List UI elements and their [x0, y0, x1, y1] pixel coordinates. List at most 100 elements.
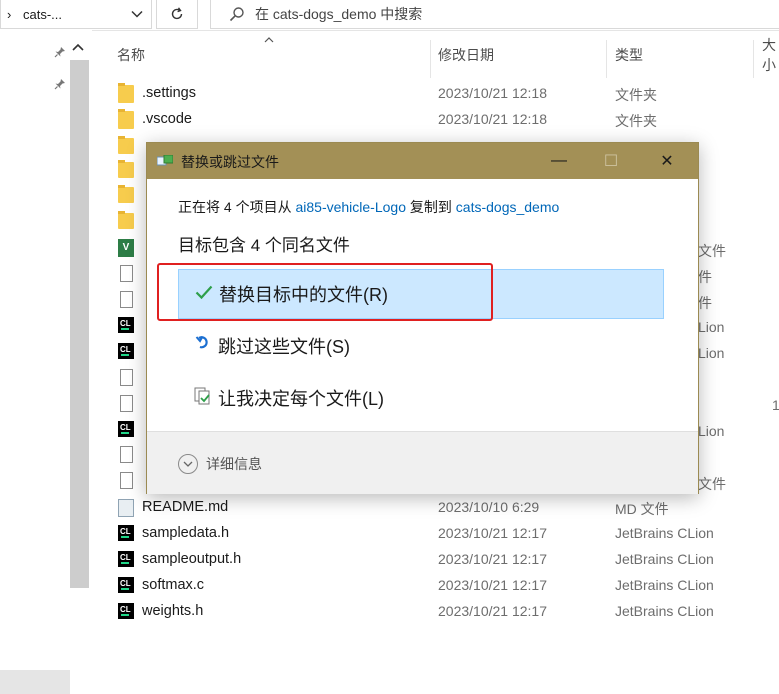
- clion-file-icon: CL: [118, 525, 134, 541]
- clion-file-icon: CL: [118, 577, 134, 593]
- pin-icon[interactable]: [54, 46, 66, 61]
- clion-file-icon: CL: [118, 551, 134, 567]
- file-type-partial: 文件: [698, 476, 726, 492]
- file-type-partial: Lion: [698, 345, 725, 361]
- refresh-button[interactable]: [156, 0, 198, 29]
- dialog-title-bar[interactable]: 替换或跳过文件 — ☐ ✕: [147, 143, 698, 179]
- blank-file-icon: [120, 446, 133, 463]
- file-date: 2023/10/21 12:18: [438, 111, 547, 127]
- file-date: 2023/10/10 6:29: [438, 499, 540, 515]
- file-type: 文件夹: [615, 113, 657, 129]
- decide-each-file-option[interactable]: 让我决定每个文件(L): [178, 373, 664, 423]
- folder-icon: [118, 160, 134, 178]
- file-type-partial: Lion: [698, 319, 725, 335]
- minimize-button[interactable]: —: [534, 143, 584, 179]
- maximize-button: ☐: [603, 153, 619, 170]
- nav-scrollbar-thumb[interactable]: [70, 60, 89, 588]
- breadcrumb-chevron-icon[interactable]: ›: [7, 0, 11, 28]
- file-type-partial: Lion: [698, 423, 725, 439]
- dialog-title: 替换或跳过文件: [181, 154, 279, 170]
- file-type: MD 文件: [615, 501, 669, 517]
- close-button[interactable]: ✕: [642, 143, 692, 179]
- file-row[interactable]: CL softmax.c 2023/10/21 12:17 JetBrains …: [110, 573, 779, 599]
- destination-folder-link[interactable]: cats-dogs_demo: [456, 199, 560, 215]
- column-header-name[interactable]: 名称: [117, 30, 145, 80]
- blank-file-icon: [120, 291, 133, 308]
- file-name: sampledata.h: [142, 525, 230, 541]
- file-type-partial: 件: [698, 269, 712, 285]
- folder-icon: [118, 109, 134, 129]
- folder-icon: [118, 185, 134, 203]
- file-row[interactable]: README.md 2023/10/10 6:29 MD 文件: [110, 495, 779, 521]
- file-name: sampleoutput.h: [142, 551, 242, 567]
- search-field[interactable]: 在 cats-dogs_demo 中搜索: [210, 0, 779, 29]
- chevron-down-icon[interactable]: [131, 0, 143, 28]
- column-divider[interactable]: [430, 40, 431, 78]
- address-bar: › cats-... 在 cats-dogs_demo 中搜索: [0, 0, 779, 31]
- text-file-icon: [120, 395, 133, 412]
- file-type: 文件夹: [615, 87, 657, 103]
- file-row[interactable]: CL weights.h 2023/10/21 12:17 JetBrains …: [110, 599, 779, 625]
- decide-icon: [190, 387, 216, 410]
- search-placeholder: 在 cats-dogs_demo 中搜索: [255, 6, 423, 22]
- file-type: JetBrains CLion: [615, 551, 714, 567]
- copy-middle-text: 复制到: [406, 199, 456, 215]
- search-icon: [229, 7, 244, 22]
- file-row[interactable]: CL sampleoutput.h 2023/10/21 12:17 JetBr…: [110, 547, 779, 573]
- decide-each-file-label: 让我决定每个文件(L): [218, 389, 384, 409]
- file-row[interactable]: .settings 2023/10/21 12:18 文件夹: [110, 81, 779, 107]
- chevron-down-circle-icon: [178, 454, 198, 474]
- column-header-type[interactable]: 类型: [615, 30, 643, 80]
- column-header-size[interactable]: 大小: [762, 30, 779, 80]
- file-name: softmax.c: [142, 577, 205, 593]
- blank-file-icon: [120, 265, 133, 282]
- blank-file-icon: [120, 472, 133, 489]
- sort-ascending-icon: [264, 34, 274, 46]
- pin-icon[interactable]: [54, 78, 66, 93]
- clion-file-icon: CL: [118, 603, 134, 619]
- file-name: .settings: [142, 85, 196, 101]
- file-row[interactable]: CL sampledata.h 2023/10/21 12:17 JetBrai…: [110, 521, 779, 547]
- address-path-box[interactable]: › cats-...: [0, 0, 152, 29]
- more-details-toggle[interactable]: 详细信息: [178, 454, 262, 474]
- file-name: README.md: [142, 499, 229, 515]
- skip-files-label: 跳过这些文件(S): [218, 337, 350, 357]
- breadcrumb-current[interactable]: cats-...: [23, 0, 62, 28]
- dialog-body: 正在将 4 个项目从 ai85-vehicle-Logo 复制到 cats-do…: [147, 179, 698, 431]
- file-type-partial: 件: [698, 295, 712, 311]
- file-name: .vscode: [142, 111, 192, 127]
- source-folder-link[interactable]: ai85-vehicle-Logo: [295, 199, 406, 215]
- column-divider[interactable]: [606, 40, 607, 78]
- file-size-partial: 1: [772, 397, 779, 413]
- file-date: 2023/10/21 12:17: [438, 551, 547, 567]
- skip-files-option[interactable]: 跳过这些文件(S): [178, 321, 664, 371]
- clion-file-icon: CL: [118, 343, 134, 359]
- file-date: 2023/10/21 12:17: [438, 577, 547, 593]
- copy-status-line: 正在将 4 个项目从 ai85-vehicle-Logo 复制到 cats-do…: [178, 197, 559, 217]
- more-details-label: 详细信息: [206, 456, 262, 472]
- column-header-date[interactable]: 修改日期: [438, 30, 494, 80]
- file-type: JetBrains CLion: [615, 525, 714, 541]
- file-date: 2023/10/21 12:18: [438, 85, 547, 101]
- vue-file-icon: V: [118, 239, 134, 257]
- copy-files-icon: [157, 155, 173, 166]
- scroll-up-arrow-icon[interactable]: [72, 42, 84, 54]
- column-divider[interactable]: [753, 40, 754, 78]
- file-name: weights.h: [142, 603, 204, 619]
- clion-file-icon: CL: [118, 317, 134, 333]
- file-type-partial: 文件: [698, 243, 726, 259]
- dialog-footer: 详细信息: [147, 431, 698, 494]
- file-date: 2023/10/21 12:17: [438, 603, 547, 619]
- file-type: JetBrains CLion: [615, 603, 714, 619]
- highlight-annotation-box: [157, 263, 493, 321]
- folder-icon: [118, 211, 134, 229]
- refresh-icon: [171, 7, 183, 20]
- copy-prefix-text: 正在将 4 个项目从: [178, 199, 296, 215]
- replace-or-skip-dialog: 替换或跳过文件 — ☐ ✕ 正在将 4 个项目从 ai85-vehicle-Lo…: [146, 142, 699, 494]
- file-type: JetBrains CLion: [615, 577, 714, 593]
- file-row[interactable]: .vscode 2023/10/21 12:18 文件夹: [110, 107, 779, 133]
- markdown-file-icon: [118, 499, 134, 517]
- folder-icon: [118, 136, 134, 154]
- nav-horizontal-scrollbar[interactable]: [0, 670, 70, 694]
- folder-icon: [118, 83, 134, 103]
